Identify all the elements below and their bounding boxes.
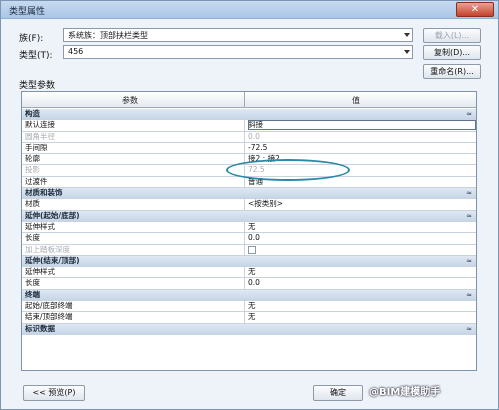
rename-button[interactable]: 重命名(R)... [423,64,481,79]
parameter-row[interactable]: 长度 0.0 [22,278,476,290]
parameter-name: 长度 [25,233,40,243]
title-bar: 类型属性 ✕ [1,1,498,19]
parameter-row[interactable]: 材质 <按类别> [22,199,476,211]
close-button[interactable]: ✕ [456,2,494,17]
load-button[interactable]: 载入(L)... [423,28,481,43]
column-separator [244,244,245,256]
column-separator [244,131,245,143]
parameter-grid: 参数 值 构造 ≈ 默认连接 斜接 圆角半径 0.0 手间隙 -72.5 轮廓 接2 : 接2 投影… [21,91,477,371]
chevron-down-icon [404,33,410,37]
parameter-name: 圆角半径 [25,131,55,141]
parameter-name: 轮廓 [25,154,40,164]
parameter-value[interactable]: 0.0 [248,233,476,243]
grid-rows: 构造 ≈ 默认连接 斜接 圆角半径 0.0 手间隙 -72.5 轮廓 接2 : 接2 投影 72.5 过… [22,109,476,335]
checkbox-icon[interactable] [248,245,256,254]
preview-button[interactable]: << 预览(P) [23,385,85,401]
group-header-row[interactable]: 延伸(结束/顶部) ≈ [22,255,476,268]
parameter-name: 长度 [25,278,40,288]
collapse-icon[interactable]: ≈ [466,211,472,221]
family-value: 系统族：顶部扶栏类型 [68,31,148,40]
type-label: 类型(T): [19,51,53,61]
group-label: 构造 [25,109,40,118]
collapse-icon[interactable]: ≈ [466,188,472,198]
parameter-row[interactable]: 默认连接 斜接 [22,120,476,132]
family-label: 族(F): [19,34,44,44]
column-separator [244,199,245,211]
parameter-value[interactable]: 无 [248,312,476,322]
column-separator [244,278,245,290]
param-column-header: 参数 [122,96,138,105]
group-label: 终端 [25,289,40,299]
parameter-row[interactable]: 延伸样式 无 [22,267,476,279]
column-separator [244,301,245,313]
type-properties-dialog: 类型属性 ✕ 族(F): 系统族：顶部扶栏类型 载入(L)... 类型(T): … [0,0,499,410]
parameter-name: 延伸样式 [25,221,55,231]
chevron-down-icon [404,50,410,54]
group-header-row[interactable]: 延伸(起始/底部) ≈ [22,210,476,222]
collapse-icon[interactable]: ≈ [466,290,472,300]
parameter-name: 延伸样式 [25,267,55,277]
parameter-value[interactable]: 斜接 [248,120,476,131]
group-header-row[interactable]: 材质和装饰 ≈ [22,188,476,200]
grid-header: 参数 值 [22,92,476,108]
parameter-row[interactable]: 起始/底部终端 无 [22,301,476,313]
collapse-icon[interactable]: ≈ [466,324,472,334]
group-header-row[interactable]: 构造 ≈ [22,109,476,121]
column-separator [244,267,245,279]
column-separator [244,142,245,154]
duplicate-button[interactable]: 复制(D)... [423,45,481,60]
group-label: 延伸(结束/顶部) [25,255,80,265]
group-label: 材质和装饰 [25,188,63,198]
parameter-name: 材质 [25,199,40,209]
parameter-row[interactable]: 延伸样式 无 [22,221,476,234]
group-label: 标识数据 [25,323,55,333]
parameter-name: 投影 [25,165,40,175]
parameter-row[interactable]: 加上踏板深度 [22,244,476,257]
watermark-text: @BIM建模助手 [369,387,441,398]
group-label: 延伸(起始/底部) [25,210,80,220]
column-separator [244,176,245,188]
column-separator [244,92,245,108]
parameter-value[interactable]: 0.0 [248,278,476,288]
parameter-value[interactable]: 无 [248,222,476,232]
type-value: 456 [68,47,84,56]
parameter-row[interactable]: 手间隙 -72.5 [22,142,476,155]
parameter-row[interactable]: 长度 0.0 [22,233,476,245]
column-separator [244,120,245,132]
column-separator [244,233,245,245]
type-parameters-label: 类型参数 [19,81,56,91]
collapse-icon[interactable]: ≈ [466,256,472,266]
window-title: 类型属性 [9,7,46,17]
group-header-row[interactable]: 终端 ≈ [22,289,476,302]
column-separator [244,221,245,233]
value-column-header: 值 [352,96,360,105]
parameter-name: 手间隙 [25,142,48,152]
parameter-row[interactable]: 结束/顶部终端 无 [22,312,476,324]
parameter-value[interactable]: -72.5 [248,143,476,153]
group-header-row[interactable]: 标识数据 ≈ [22,323,476,335]
family-select[interactable]: 系统族：顶部扶栏类型 [63,28,413,42]
parameter-checkbox[interactable] [248,245,476,257]
type-select[interactable]: 456 [63,45,413,59]
parameter-value[interactable]: 无 [248,267,476,277]
parameter-name: 起始/底部终端 [25,301,73,311]
parameter-name: 默认连接 [25,120,55,130]
parameter-name: 结束/顶部终端 [25,312,73,322]
parameter-row[interactable]: 圆角半径 0.0 [22,131,476,143]
parameter-name: 过渡件 [25,176,48,186]
collapse-icon[interactable]: ≈ [466,109,472,119]
highlight-ellipse [226,159,350,181]
parameter-value[interactable]: <按类别> [248,199,476,209]
parameter-value[interactable]: 0.0 [248,132,476,142]
parameter-name: 加上踏板深度 [25,244,70,254]
parameter-value[interactable]: 无 [248,301,476,311]
column-separator [244,312,245,324]
ok-button[interactable]: 确定 [313,385,363,401]
